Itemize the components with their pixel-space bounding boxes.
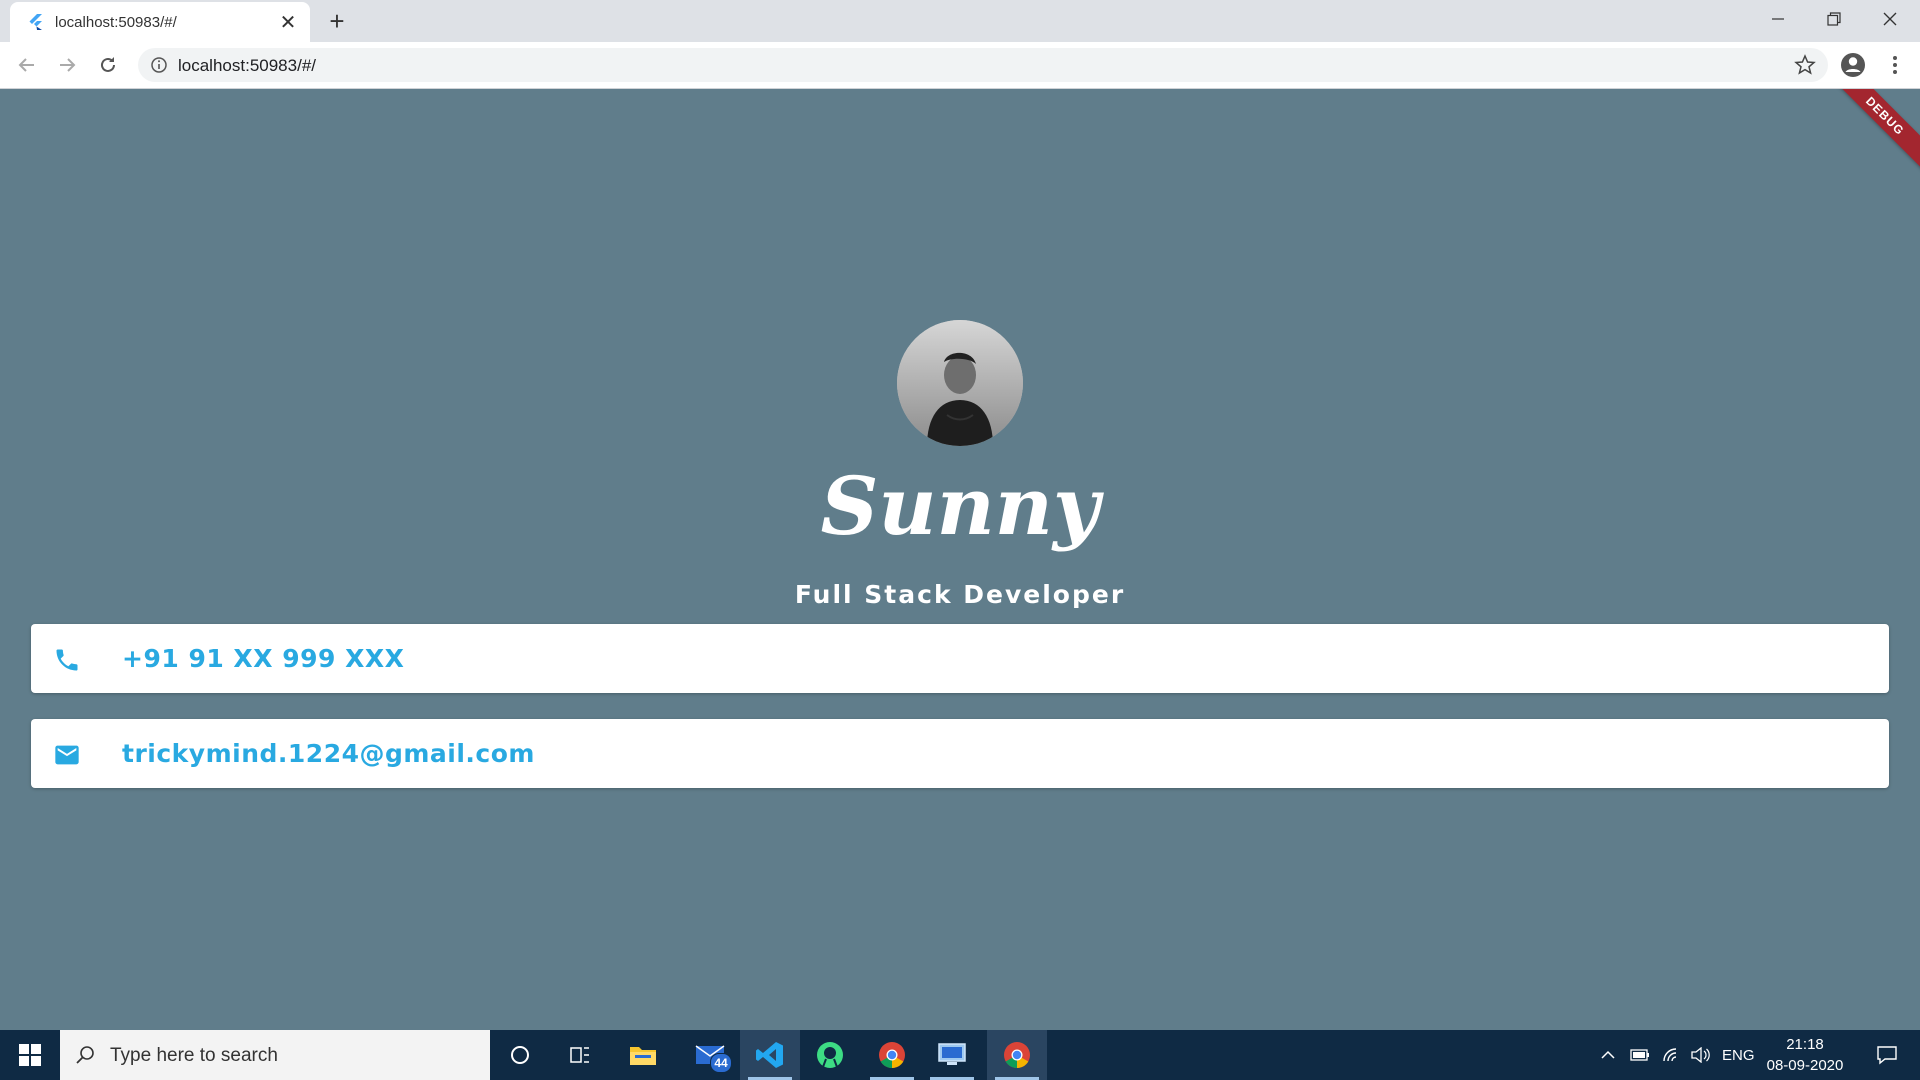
star-icon[interactable]: [1794, 54, 1816, 76]
reload-icon[interactable]: [93, 50, 123, 80]
avatar: [897, 320, 1023, 446]
language-text: ENG: [1722, 1046, 1755, 1064]
phone-icon: [56, 649, 78, 671]
mail-badge: 44: [710, 1053, 732, 1073]
battery-icon[interactable]: [1630, 1030, 1650, 1080]
search-icon: [76, 1046, 94, 1064]
tab-title: localhost:50983/#/: [55, 14, 177, 31]
windows-start-icon[interactable]: [0, 1030, 60, 1080]
phone-number: +91 91 XX 999 XXX: [122, 644, 405, 673]
browser-tab-strip: localhost:50983/#/ ✕ +: [0, 0, 1920, 42]
more-vert-icon[interactable]: [1880, 50, 1910, 80]
forward-arrow-icon[interactable]: [52, 50, 82, 80]
mail-icon: [55, 745, 79, 765]
clock-time: 21:18: [1786, 1036, 1824, 1053]
wifi-icon[interactable]: [1662, 1030, 1682, 1080]
account-icon[interactable]: [1838, 50, 1868, 80]
back-arrow-icon[interactable]: [12, 50, 42, 80]
android-studio-icon[interactable]: [800, 1030, 860, 1080]
browser-tab[interactable]: localhost:50983/#/ ✕: [10, 2, 310, 42]
chevron-up-icon[interactable]: [1600, 1030, 1616, 1080]
remote-desktop-icon[interactable]: [922, 1030, 982, 1080]
app-content: DEBUG Sunny Full Stack Developer +91 91 …: [0, 89, 1920, 1030]
clock-date: 08-09-2020: [1766, 1057, 1844, 1074]
vscode-icon[interactable]: [740, 1030, 800, 1080]
url-text[interactable]: localhost:50983/#/: [178, 56, 316, 76]
phone-card[interactable]: +91 91 XX 999 XXX: [31, 624, 1889, 693]
taskbar-search-box[interactable]: Type here to search: [60, 1030, 490, 1080]
minimize-icon[interactable]: [1750, 0, 1806, 38]
window-close-icon[interactable]: [1862, 0, 1918, 38]
cortana-icon[interactable]: [490, 1030, 550, 1080]
chrome-icon[interactable]: [987, 1030, 1047, 1080]
notification-icon[interactable]: [1862, 1030, 1912, 1080]
email-address: trickymind.1224@gmail.com: [122, 739, 535, 768]
profile-subtitle: Full Stack Developer: [794, 580, 1126, 609]
windows-taskbar: Type here to search 44 ENG 21:18 08-09-2…: [0, 1030, 1920, 1080]
taskbar-clock[interactable]: 21:18 08-09-2020: [1760, 1034, 1850, 1076]
plus-icon[interactable]: +: [324, 8, 350, 34]
restore-icon[interactable]: [1806, 0, 1862, 38]
address-bar[interactable]: localhost:50983/#/: [138, 48, 1828, 82]
mail-app-icon[interactable]: 44: [680, 1030, 740, 1080]
email-card[interactable]: trickymind.1224@gmail.com: [31, 719, 1889, 788]
language-indicator[interactable]: ENG: [1722, 1030, 1755, 1080]
chrome-icon[interactable]: [862, 1030, 922, 1080]
flutter-icon: [29, 14, 42, 30]
volume-icon[interactable]: [1690, 1030, 1710, 1080]
search-placeholder: Type here to search: [110, 1045, 278, 1066]
task-view-icon[interactable]: [550, 1030, 610, 1080]
file-explorer-icon[interactable]: [613, 1030, 673, 1080]
close-icon[interactable]: ✕: [276, 10, 300, 34]
browser-toolbar: localhost:50983/#/: [0, 42, 1920, 89]
debug-banner: DEBUG: [1824, 89, 1920, 177]
info-icon[interactable]: [150, 56, 168, 74]
profile-name: Sunny: [820, 459, 1100, 553]
